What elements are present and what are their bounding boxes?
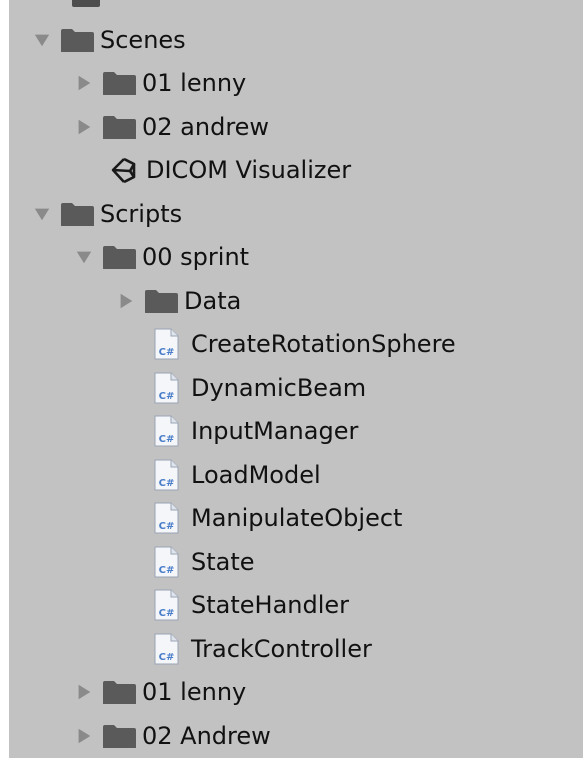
tree-item-label: 00 sprint xyxy=(142,243,250,272)
folder-icon xyxy=(72,0,100,7)
tree-item-script-state[interactable]: C# State xyxy=(9,540,583,584)
tree-item-label: Scenes xyxy=(100,25,186,54)
csharp-script-icon: C# xyxy=(152,546,180,578)
tree-item-script-dynamicbeam[interactable]: C# DynamicBeam xyxy=(9,366,583,410)
expand-arrow-right-icon[interactable] xyxy=(72,115,96,139)
tree-item-label: StateHandler xyxy=(191,591,350,620)
unity-logo-icon xyxy=(108,155,138,185)
tree-item-label: Scripts xyxy=(100,199,183,228)
tree-item-label: State xyxy=(191,547,255,576)
tree-item-folder-00-sprint[interactable]: 00 sprint xyxy=(9,236,583,280)
csharp-script-icon: C# xyxy=(152,502,180,534)
expand-arrow-right-icon[interactable] xyxy=(72,71,96,95)
folder-icon xyxy=(102,244,137,270)
tree-item-script-createrotationsphere[interactable]: C# CreateRotationSphere xyxy=(9,323,583,367)
tree-item-label: DynamicBeam xyxy=(191,373,367,402)
tree-item-script-manipulateobject[interactable]: C# ManipulateObject xyxy=(9,497,583,541)
csharp-glyph: C# xyxy=(159,478,175,489)
expand-arrow-right-icon[interactable] xyxy=(72,724,96,748)
tree-item-script-trackcontroller[interactable]: C# TrackController xyxy=(9,627,583,671)
csharp-glyph: C# xyxy=(159,434,175,445)
tree-item-label: 02 andrew xyxy=(142,112,270,141)
csharp-glyph: C# xyxy=(159,347,175,358)
project-panel: Scenes 01 lenny 02 andrew DICOM Visualizer S… xyxy=(9,0,583,758)
csharp-script-icon: C# xyxy=(152,459,180,491)
tree-item-folder-02-andrew[interactable]: 02 Andrew xyxy=(9,714,583,758)
csharp-glyph: C# xyxy=(159,652,175,663)
expand-arrow-right-icon[interactable] xyxy=(114,289,138,313)
tree-item-label: LoadModel xyxy=(191,460,321,489)
tree-item-label: 02 Andrew xyxy=(142,721,271,750)
folder-icon xyxy=(102,723,137,749)
tree-item-label: ManipulateObject xyxy=(191,504,403,533)
project-tree: Scenes 01 lenny 02 andrew DICOM Visualizer S… xyxy=(9,18,583,758)
csharp-glyph: C# xyxy=(159,521,175,532)
tree-item-folder-scripts[interactable]: Scripts xyxy=(9,192,583,236)
tree-item-script-statehandler[interactable]: C# StateHandler xyxy=(9,584,583,628)
csharp-glyph: C# xyxy=(159,391,175,402)
csharp-script-icon: C# xyxy=(152,415,180,447)
csharp-script-icon: C# xyxy=(152,328,180,360)
csharp-script-icon: C# xyxy=(152,589,180,621)
expand-arrow-down-icon[interactable] xyxy=(30,28,54,52)
folder-icon xyxy=(144,288,179,314)
folder-icon xyxy=(102,114,137,140)
tree-item-folder-scenes[interactable]: Scenes xyxy=(9,18,583,62)
tree-item-label: Data xyxy=(184,286,242,315)
tree-item-folder-02-andrew[interactable]: 02 andrew xyxy=(9,105,583,149)
tree-item-script-loadmodel[interactable]: C# LoadModel xyxy=(9,453,583,497)
tree-item-folder-01-lenny[interactable]: 01 lenny xyxy=(9,671,583,715)
csharp-script-icon: C# xyxy=(152,633,180,665)
folder-icon xyxy=(60,27,95,53)
tree-item-label: InputManager xyxy=(191,417,359,446)
tree-item-label: 01 lenny xyxy=(142,69,247,98)
csharp-glyph: C# xyxy=(159,608,175,619)
tree-item-scene-dicom-visualizer[interactable]: DICOM Visualizer xyxy=(9,149,583,193)
expand-arrow-right-icon[interactable] xyxy=(72,680,96,704)
csharp-script-icon: C# xyxy=(152,372,180,404)
tree-item-folder-01-lenny[interactable]: 01 lenny xyxy=(9,62,583,106)
folder-icon xyxy=(60,201,95,227)
tree-item-script-inputmanager[interactable]: C# InputManager xyxy=(9,410,583,454)
tree-item-label: TrackController xyxy=(191,634,372,663)
csharp-glyph: C# xyxy=(159,565,175,576)
folder-icon xyxy=(102,70,137,96)
tree-item-label: CreateRotationSphere xyxy=(191,330,456,359)
folder-icon xyxy=(102,679,137,705)
tree-item-folder-data[interactable]: Data xyxy=(9,279,583,323)
expand-arrow-down-icon[interactable] xyxy=(30,202,54,226)
tree-item-label: DICOM Visualizer xyxy=(146,156,352,185)
tree-item-label: 01 lenny xyxy=(142,678,247,707)
expand-arrow-down-icon[interactable] xyxy=(72,245,96,269)
